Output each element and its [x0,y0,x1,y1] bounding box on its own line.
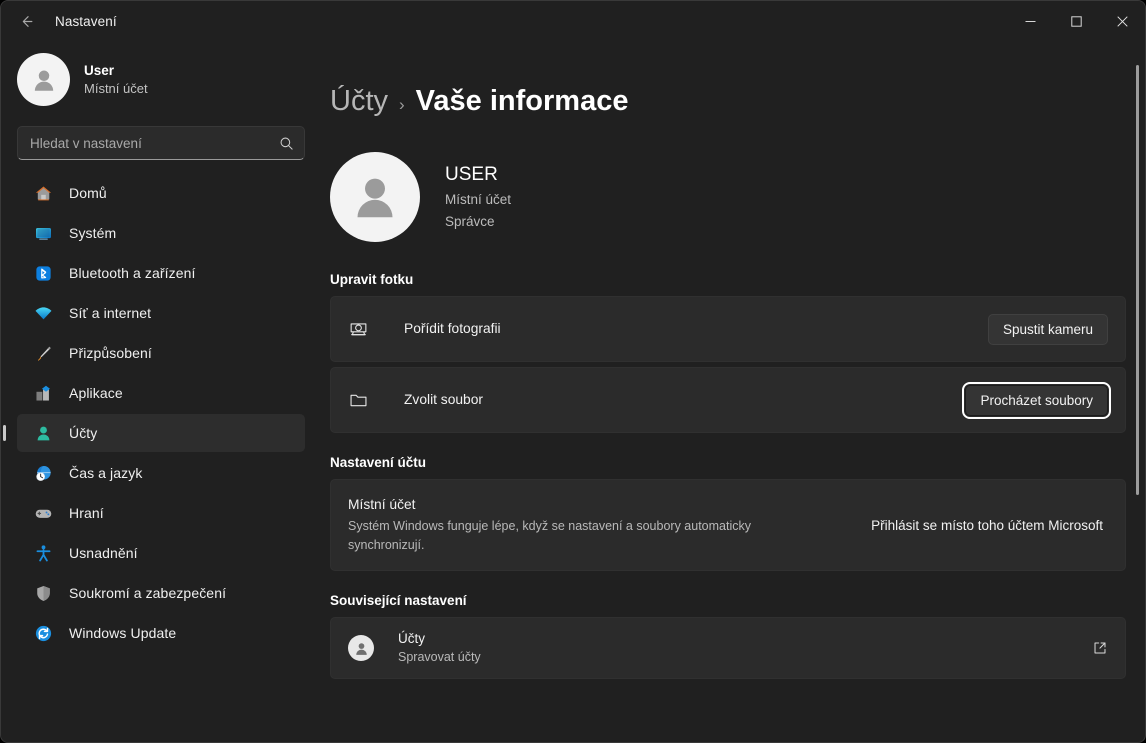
main-content: Účty › Vaše informace USER Místní účet S… [321,41,1145,742]
sidebar-item-windows-update[interactable]: Windows Update [17,614,305,652]
sidebar-profile-text: User Místní účet [84,62,148,98]
section-heading: Upravit fotku [330,272,414,287]
row-text: Místní účet Systém Windows funguje lépe,… [348,495,871,555]
row-text: Zvolit soubor [378,390,965,410]
titlebar-left: Nastavení [1,1,1007,41]
row-manage-accounts[interactable]: Účty Spravovat účty [330,617,1126,679]
account-hero: USER Místní účet Správce [330,152,1126,242]
search-icon [279,136,294,151]
sidebar-item-accessibility[interactable]: Usnadnění [17,534,305,572]
sidebar-item-time-language[interactable]: Čas a jazyk [17,454,305,492]
sidebar-nav: Domů Systém Bluetooth a zařízení Síť a i… [1,174,321,742]
vertical-scrollbar[interactable] [1136,65,1139,495]
sidebar-item-personalization[interactable]: Přizpůsobení [17,334,305,372]
account-hero-text: USER Místní účet Správce [445,161,511,233]
apps-icon [33,383,53,403]
system-icon [33,223,53,243]
section-heading: Související nastavení [330,593,467,608]
sidebar-item-label: Domů [69,185,107,201]
clock-globe-icon [33,463,53,483]
minimize-button[interactable] [1007,1,1053,41]
back-button[interactable] [9,6,43,36]
breadcrumb-parent[interactable]: Účty [330,85,388,118]
row-local-account[interactable]: Místní účet Systém Windows funguje lépe,… [330,479,1126,571]
sidebar-item-label: Windows Update [69,625,177,641]
update-icon [33,623,53,643]
sidebar-profile[interactable]: User Místní účet [1,41,321,120]
chevron-right-icon: › [399,95,405,114]
row-take-photo[interactable]: Pořídit fotografii Spustit kameru [330,296,1126,362]
row-choose-file[interactable]: Zvolit soubor Procházet soubory [330,367,1126,433]
sidebar-item-label: Soukromí a zabezpečení [69,585,227,601]
row-description: Spravovat účty [398,650,481,665]
account-role: Správce [445,214,495,230]
row-text: Pořídit fotografii [378,319,988,339]
sidebar-item-label: Systém [69,225,117,241]
window-controls [1007,1,1145,41]
accessibility-icon [33,543,53,563]
folder-icon [348,390,378,411]
row-text: Účty Spravovat účty [378,629,1092,667]
sidebar-item-label: Aplikace [69,385,123,401]
sidebar-item-ucty[interactable]: Účty [17,414,305,452]
brush-icon [33,343,53,363]
gamepad-icon [33,503,53,523]
row-title: Zvolit soubor [404,392,483,407]
external-link-icon[interactable] [1092,640,1108,656]
sidebar-item-domu[interactable]: Domů [17,174,305,212]
open-camera-button[interactable]: Spustit kameru [987,313,1108,345]
wifi-icon [33,303,53,323]
sidebar-item-label: Usnadnění [69,545,138,561]
avatar [17,53,70,106]
window-title: Nastavení [55,13,117,29]
row-title: Místní účet [348,497,416,513]
sidebar-item-label: Čas a jazyk [69,465,143,481]
sidebar-item-label: Síť a internet [69,305,152,321]
search-box[interactable] [17,126,305,160]
browse-files-button[interactable]: Procházet soubory [962,381,1111,419]
maximize-button[interactable] [1053,1,1099,41]
sign-in-microsoft-link[interactable]: Přihlásit se místo toho účtem Microsoft [871,518,1105,533]
sidebar-item-apps[interactable]: Aplikace [17,374,305,412]
sidebar-item-label: Přizpůsobení [69,345,152,361]
accounts-badge-icon [348,635,378,661]
profile-account-type: Místní účet [84,80,148,96]
row-description: Systém Windows funguje lépe, když se nas… [348,519,751,552]
search-input[interactable] [30,135,273,151]
account-type: Místní účet [445,192,512,208]
section-account-settings: Nastavení účtu Místní účet Systém Window… [330,455,1126,571]
breadcrumb: Účty › Vaše informace [330,85,1126,118]
profile-name: User [84,62,115,78]
home-icon [33,183,53,203]
sidebar: User Místní účet Hledat v nastavení Domů… [1,41,321,742]
row-title: Účty [398,630,425,646]
sidebar-item-privacy[interactable]: Soukromí a zabezpečení [17,574,305,612]
sidebar-item-label: Bluetooth a zařízení [69,265,196,281]
settings-window: Nastavení User Místní účet Hledat v nast… [0,0,1146,743]
sidebar-item-system[interactable]: Systém [17,214,305,252]
section-edit-photo: Upravit fotku Pořídit fotografii Spustit… [330,272,1126,433]
titlebar: Nastavení [1,1,1145,41]
row-title: Pořídit fotografii [404,321,501,336]
sidebar-item-label: Účty [69,425,98,441]
page-title: Vaše informace [415,85,629,117]
avatar [330,152,420,242]
sidebar-item-network[interactable]: Síť a internet [17,294,305,332]
bluetooth-icon [33,263,53,283]
camera-icon [348,319,378,340]
window-body: User Místní účet Hledat v nastavení Domů… [1,41,1145,742]
close-button[interactable] [1099,1,1145,41]
section-related-settings: Související nastavení Účty Spravovat účt… [330,593,1126,679]
accounts-icon [33,423,53,443]
sidebar-item-bluetooth[interactable]: Bluetooth a zařízení [17,254,305,292]
sidebar-item-gaming[interactable]: Hraní [17,494,305,532]
section-heading: Nastavení účtu [330,455,427,470]
shield-icon [33,583,53,603]
main-inner: Účty › Vaše informace USER Místní účet S… [330,85,1126,679]
sidebar-item-label: Hraní [69,505,104,521]
account-name: USER [445,163,498,185]
